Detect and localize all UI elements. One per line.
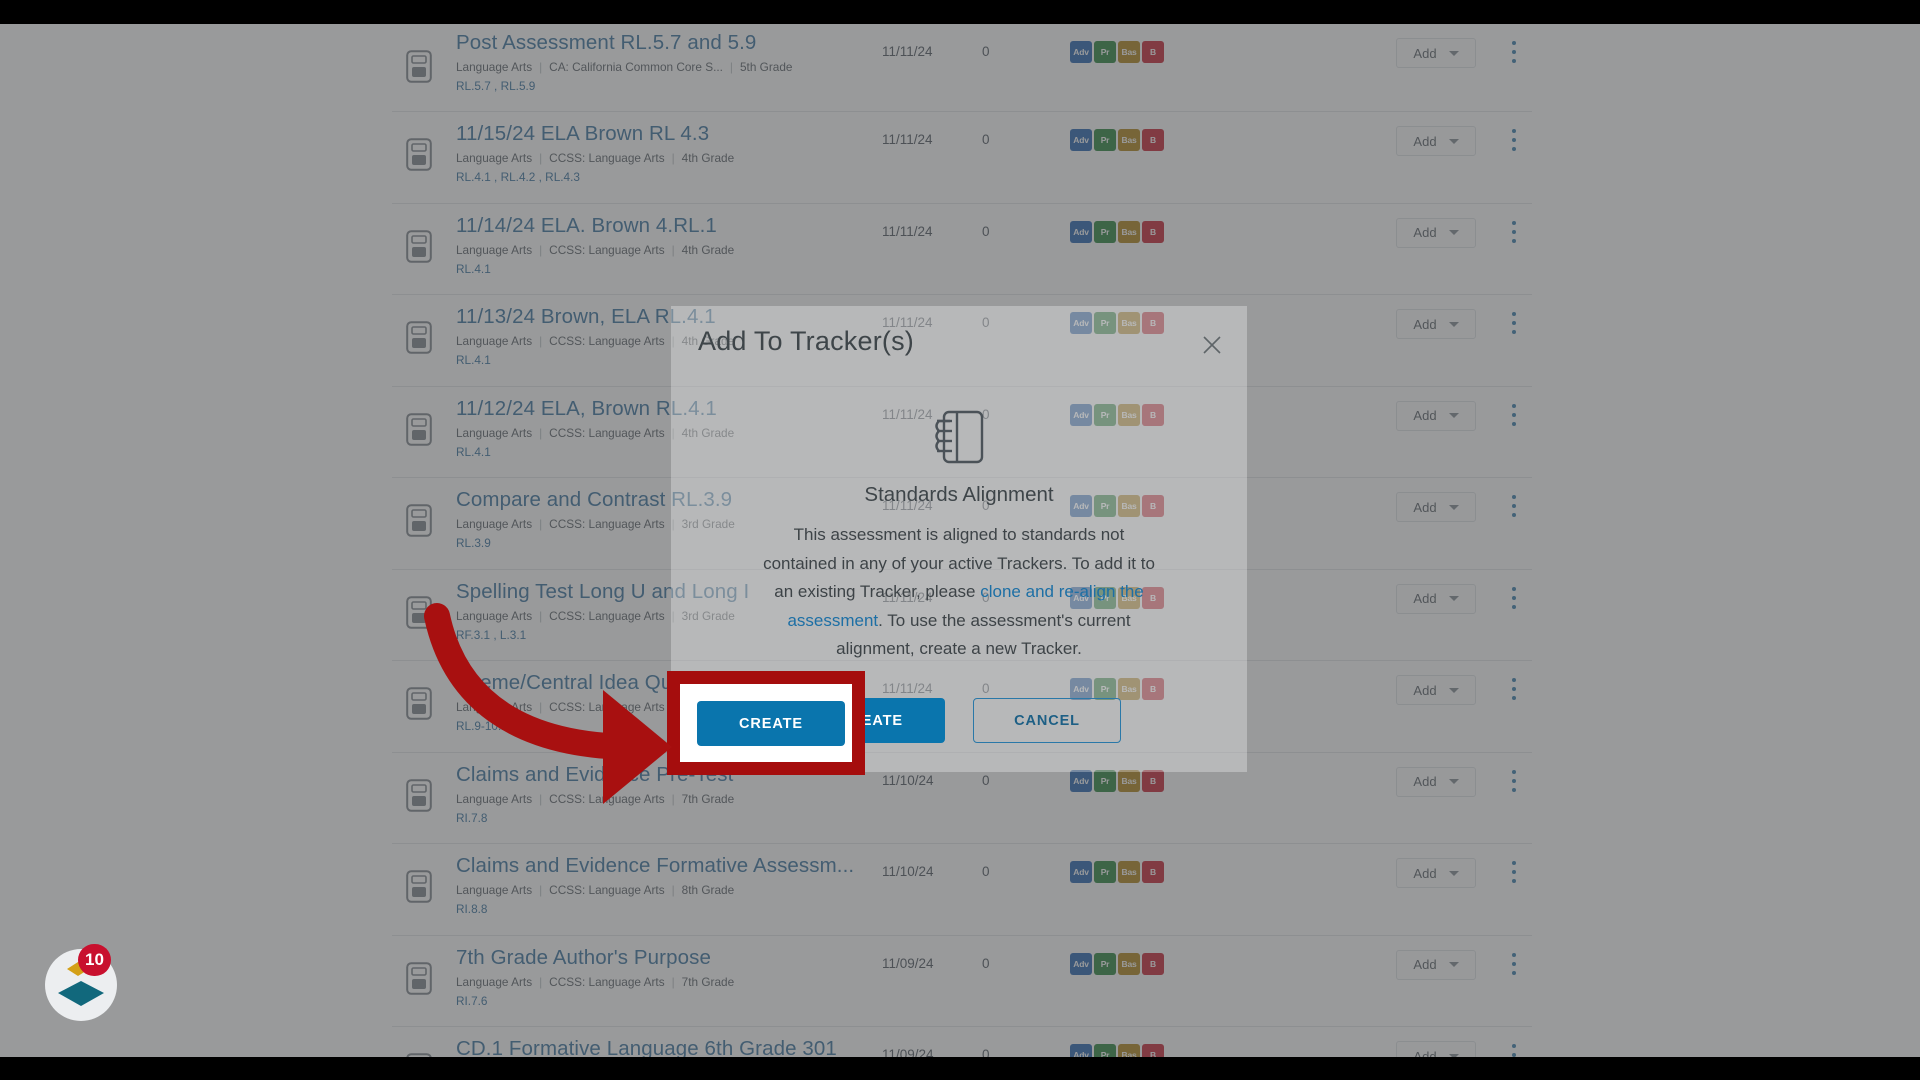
- letterbox-top: [0, 0, 1920, 24]
- help-widget-badge: 10: [78, 944, 111, 976]
- section-heading: Standards Alignment: [864, 483, 1054, 506]
- description-part-2: . To use the assessment's current alignm…: [836, 610, 1131, 659]
- modal-description: This assessment is aligned to standards …: [755, 521, 1163, 664]
- screen: Post Assessment RL.5.7 and 5.9Language A…: [0, 0, 1920, 1080]
- modal-body: Standards Alignment This assessment is a…: [671, 406, 1247, 664]
- notebook-icon: [930, 406, 988, 468]
- close-icon[interactable]: [1199, 332, 1225, 358]
- cancel-button[interactable]: CANCEL: [973, 698, 1121, 743]
- letterbox-bottom: [0, 1057, 1920, 1080]
- modal-title: Add To Tracker(s): [698, 326, 914, 356]
- create-button-highlighted[interactable]: CREATE: [697, 701, 845, 746]
